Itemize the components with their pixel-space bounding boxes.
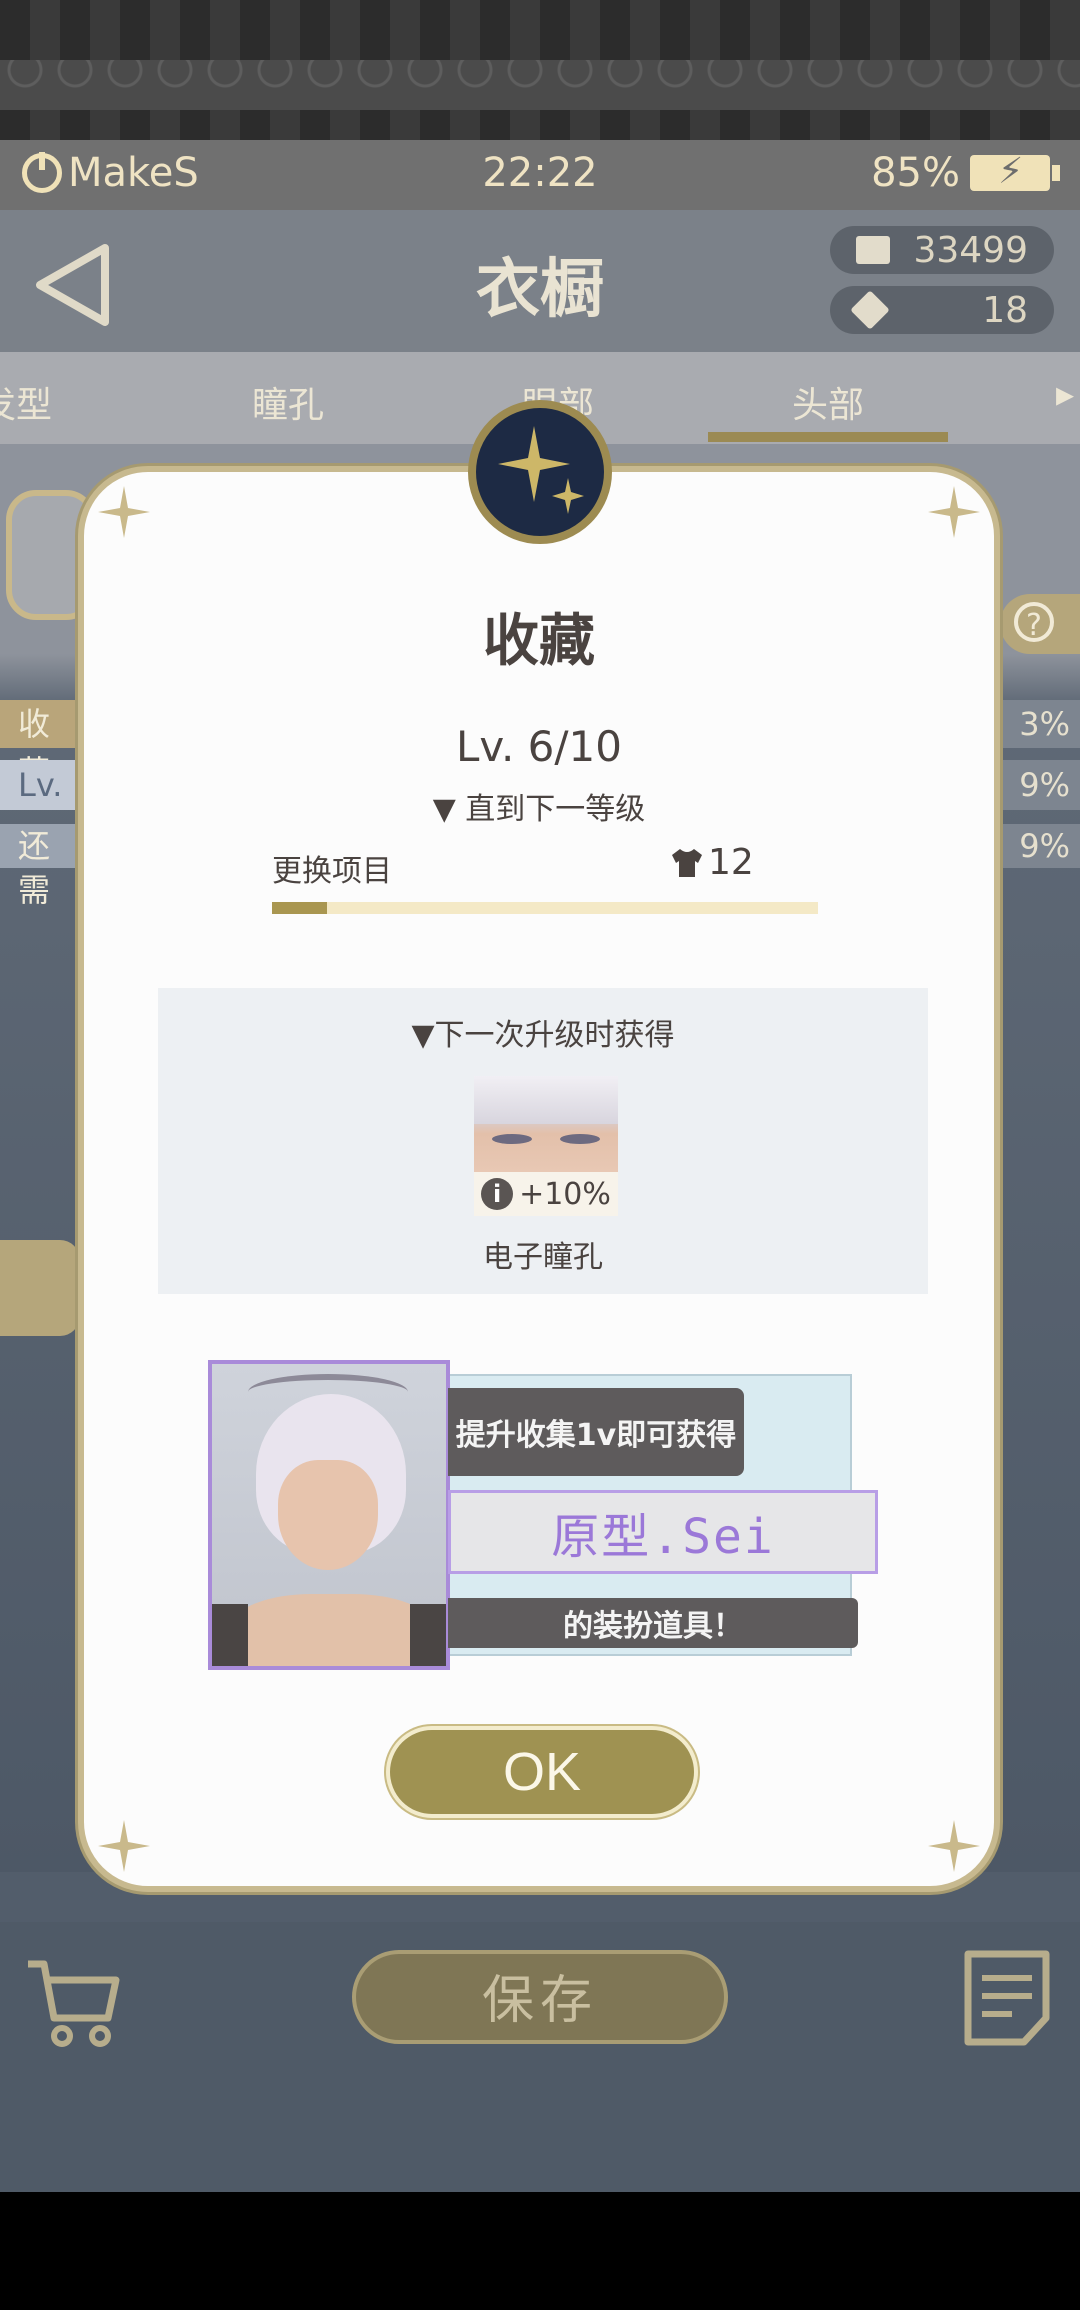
reward-bonus: i +10% xyxy=(474,1172,618,1216)
next-reward-panel: ▼下一次升级时获得 i +10% 电子瞳孔 xyxy=(158,988,928,1294)
book-icon xyxy=(856,236,890,264)
change-count-value: 12 xyxy=(708,842,754,883)
promo-text-line1: 提升收集1v即可获得 xyxy=(448,1388,744,1476)
info-icon[interactable]: i xyxy=(481,1178,514,1210)
currency-book-value: 33499 xyxy=(913,229,1028,271)
emblem-star-icon xyxy=(468,400,612,544)
level-progress-bar xyxy=(272,902,818,914)
battery-charging-icon: ⚡ xyxy=(970,151,1060,192)
bottom-bar: 保存 xyxy=(0,1922,1080,2192)
reward-name: 电子瞳孔 xyxy=(483,1240,603,1275)
corner-sparkle-icon xyxy=(928,1820,980,1872)
save-button[interactable]: 保存 xyxy=(352,1950,728,2044)
system-nav-area xyxy=(0,2192,1080,2310)
character-portrait xyxy=(208,1360,450,1670)
tab-active-indicator xyxy=(708,432,948,442)
currency-ticket: 18 xyxy=(830,286,1054,334)
currency-book: 33499 xyxy=(830,226,1054,274)
outfit-icon xyxy=(0,1240,80,1336)
reward-bonus-value: +10% xyxy=(519,1176,611,1212)
header: 衣橱 33499 18 xyxy=(0,210,1080,352)
promo-character-name: 原型.Sei xyxy=(448,1490,878,1574)
tab-pupil[interactable]: 瞳孔 xyxy=(252,376,324,428)
level-progress-fill xyxy=(272,902,327,914)
collection-level: Lv. 6/10 xyxy=(455,722,622,771)
ok-button[interactable]: OK xyxy=(386,1726,698,1818)
bg-label-need: 还需 xyxy=(0,824,80,909)
bg-value-3: 9% xyxy=(1000,824,1080,868)
tab-hair[interactable]: 发型 xyxy=(0,376,52,428)
bg-value-1: 3% xyxy=(1000,700,1080,748)
change-items-count: 12 xyxy=(670,842,754,883)
shirt-icon xyxy=(672,848,702,877)
corner-sparkle-icon xyxy=(928,486,980,538)
tab-head[interactable]: 头部 xyxy=(792,376,864,428)
tag-icon xyxy=(850,290,890,330)
bg-label-level: Lv. xyxy=(0,760,80,810)
next-level-label: ▼ 直到下一等级 xyxy=(432,792,646,827)
reward-heading: ▼下一次升级时获得 xyxy=(411,1018,675,1053)
cart-icon[interactable] xyxy=(22,1952,122,2052)
dialog-title: 收藏 xyxy=(483,609,595,674)
help-icon: ? xyxy=(1000,594,1080,654)
notes-icon[interactable] xyxy=(962,1948,1052,2048)
tab-scroll-right-icon[interactable]: ▸ xyxy=(1056,374,1074,415)
promo-banner: 提升收集1v即可获得 原型.Sei 的装扮道具！ xyxy=(208,1360,878,1670)
battery-percent: 85% xyxy=(871,150,960,196)
promo-text-line3: 的装扮道具！ xyxy=(448,1598,858,1648)
change-items-label: 更换项目 xyxy=(272,854,392,889)
top-decoration xyxy=(0,0,1080,140)
bg-value-2: 9% xyxy=(1000,760,1080,810)
bg-label-collection: 收藏 xyxy=(0,700,80,791)
currency-ticket-value: 18 xyxy=(982,289,1028,331)
reward-thumbnail xyxy=(474,1076,618,1172)
corner-sparkle-icon xyxy=(98,1820,150,1872)
collection-dialog: 收藏 Lv. 6/10 ▼ 直到下一等级 更换项目 12 ▼下一次升级时获得 i… xyxy=(78,466,1000,1892)
corner-sparkle-icon xyxy=(98,486,150,538)
status-bar: MakeS 22:22 85% ⚡ xyxy=(0,140,1080,210)
battery: 85% ⚡ xyxy=(871,150,1060,196)
